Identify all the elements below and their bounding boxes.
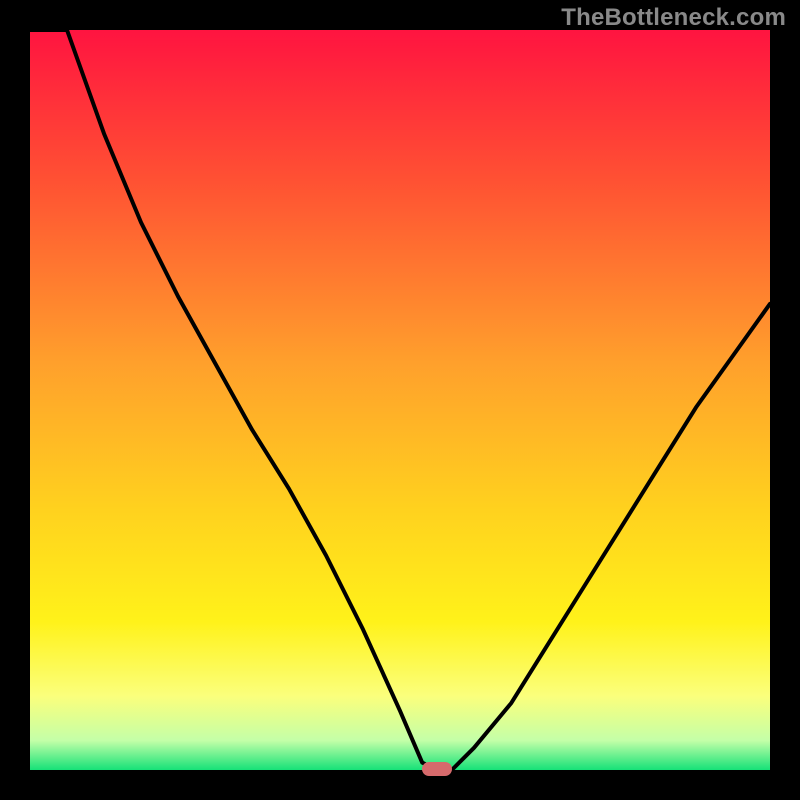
watermark-label: TheBottleneck.com [561, 4, 786, 32]
chart-frame: TheBottleneck.com [0, 0, 800, 800]
bottleneck-curve-chart [0, 0, 800, 800]
plot-area [30, 30, 770, 770]
optimum-marker [422, 762, 452, 776]
